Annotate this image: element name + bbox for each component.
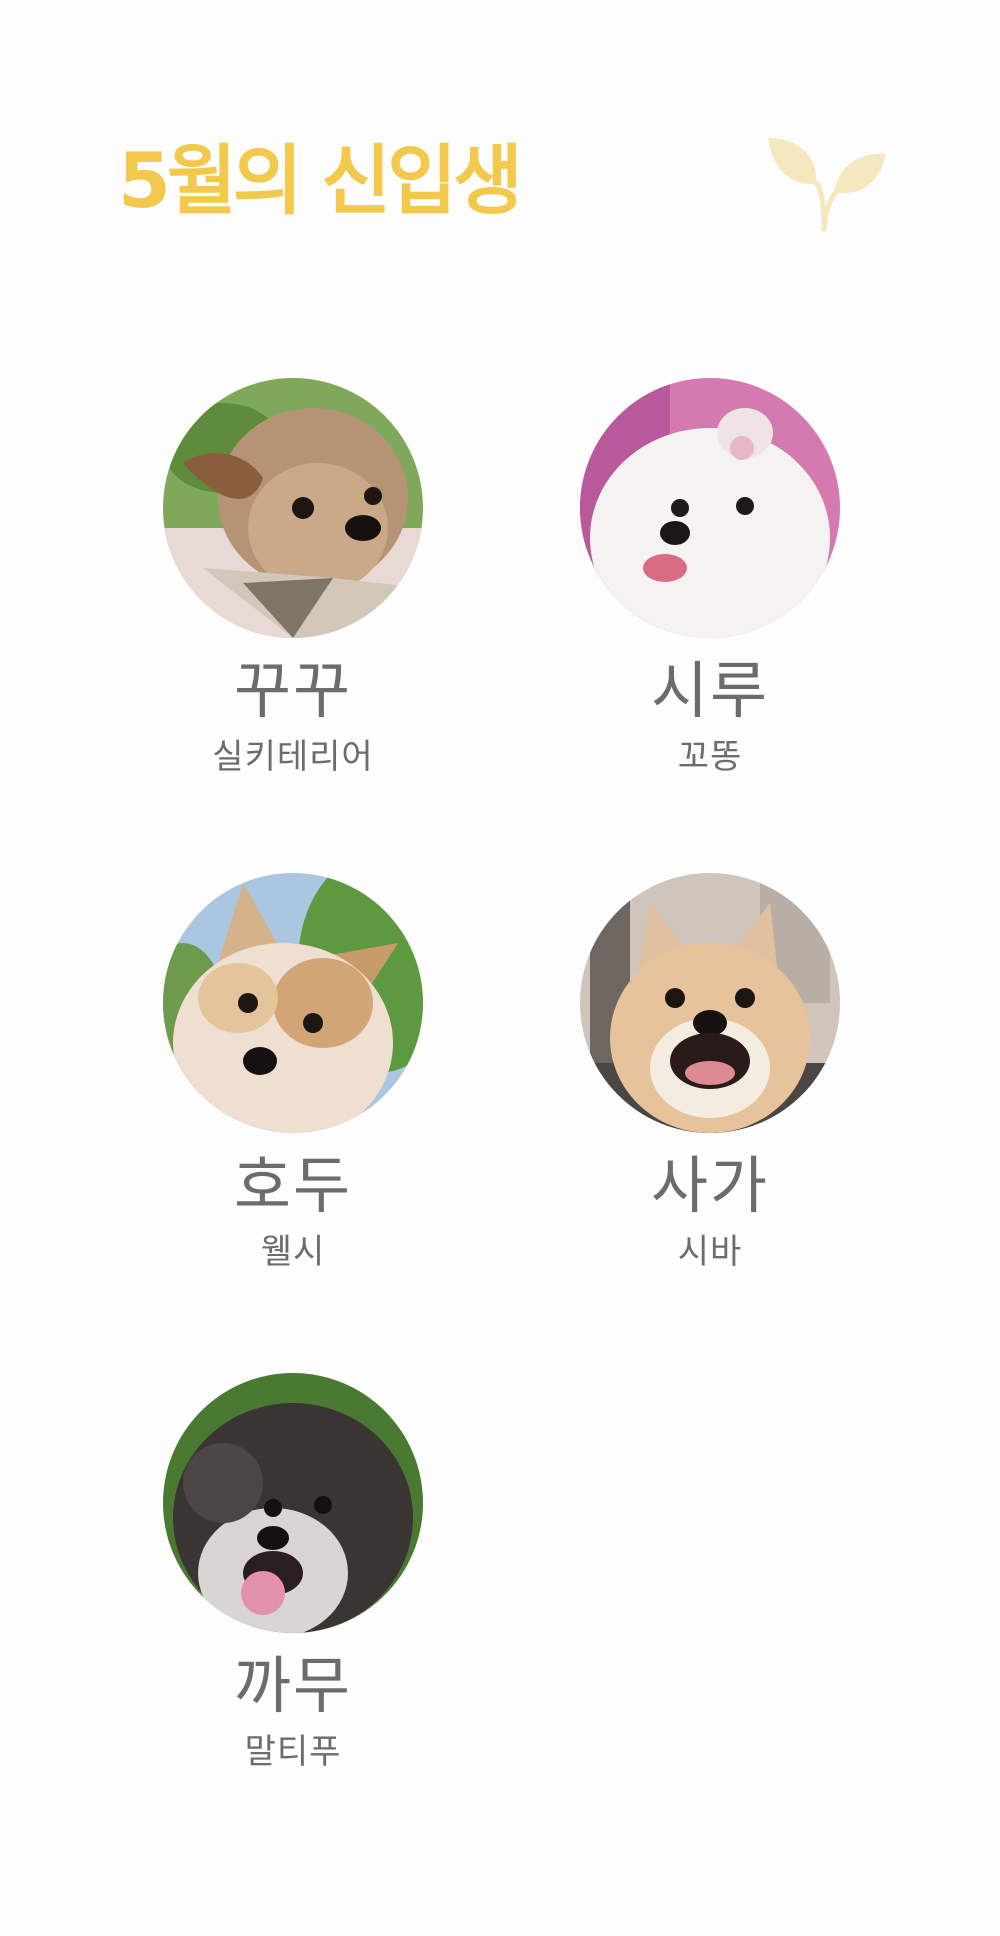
member-card[interactable]: 까무 말티푸 [128,1373,458,1793]
member-name: 호두 [233,1149,353,1222]
member-card[interactable]: 시루 꼬똥 [545,378,875,798]
white-fluffy-dog-photo [580,378,840,638]
member-name: 사가 [650,1149,770,1222]
member-card[interactable]: 사가 시바 [545,873,875,1293]
member-card[interactable]: 호두 웰시 [128,873,458,1293]
member-breed: 웰시 [260,1232,326,1272]
shiba-dog-photo [580,873,840,1133]
member-breed: 꼬똥 [677,737,743,777]
member-breed: 시바 [677,1232,743,1272]
member-card[interactable]: 꾸꾸 실키테리어 [128,378,458,798]
new-members-grid: 꾸꾸 실키테리어 시루 꼬똥 호두 웰시 사가 시바 까무 말티푸 [0,0,1000,1936]
member-name: 꾸꾸 [233,654,353,727]
maltipoo-dog-photo [163,1373,423,1633]
corgi-dog-photo [163,873,423,1133]
member-name: 시루 [650,654,770,727]
member-breed: 말티푸 [244,1732,342,1772]
member-breed: 실키테리어 [212,737,374,777]
member-name: 까무 [233,1649,353,1722]
yorkie-dog-photo [163,378,423,638]
